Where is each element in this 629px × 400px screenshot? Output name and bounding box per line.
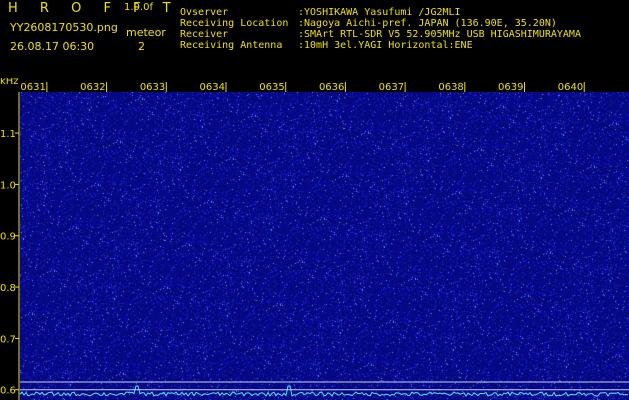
y-tick-label: 0.6 (0, 386, 16, 397)
noise-field (20, 92, 629, 400)
y-tick-label: 0.7 (0, 334, 16, 345)
receiver-key: Receiver (180, 29, 229, 40)
spectrogram-chart: 0631 0632 0633 0634 0635 0636 0637 0638 0639 0640… (0, 78, 629, 400)
y-tick-label: 1.0 (0, 180, 16, 191)
app-version: 1.0.0f (124, 2, 153, 13)
x-tick-label: 0636 (319, 82, 344, 93)
x-tick-label: 0634 (200, 82, 225, 93)
file-name: YY2608170530.png (10, 21, 118, 34)
meteor-count: 2 (138, 40, 145, 53)
location-value: :Nagoya Aichi-pref. JAPAN (136.90E, 35.2… (298, 18, 557, 29)
y-tick-label: 0.8 (0, 283, 16, 294)
x-tick-label: 0640 (558, 82, 583, 93)
app-title: H R O F F T (8, 1, 180, 16)
y-tick-label: 1.1 (0, 129, 16, 140)
receiver-value: :SMArt RTL-SDR V5 52.905MHz USB HIGASHIM… (298, 29, 581, 40)
mode-label: meteor (126, 26, 166, 39)
x-tick-label: 0638 (438, 82, 463, 93)
x-tick-label: 0639 (498, 82, 523, 93)
x-tick-label: 0633 (140, 82, 165, 93)
location-key: Receiving Location (180, 18, 289, 29)
observer-key: Ovserver (180, 7, 229, 18)
antenna-value: :10mH 3el.YAGI Horizontal:ENE (298, 40, 473, 51)
x-tick-label: 0635 (259, 82, 284, 93)
x-tick-label: 0632 (80, 82, 105, 93)
timestamp: 26.08.17 06:30 (10, 40, 95, 53)
antenna-key: Receiving Antenna (180, 40, 283, 51)
y-tick-label: 0.9 (0, 232, 16, 243)
x-tick-label: 0631 (20, 82, 45, 93)
x-tick-label: 0637 (379, 82, 404, 93)
y-axis-label: kHz (0, 78, 19, 87)
plot-area (20, 92, 629, 400)
header-panel: H R O F F T 1.0.0f YY2608170530.png mete… (0, 0, 629, 78)
observer-value: :YOSHIKAWA Yasufumi /JG2MLI (298, 7, 461, 18)
